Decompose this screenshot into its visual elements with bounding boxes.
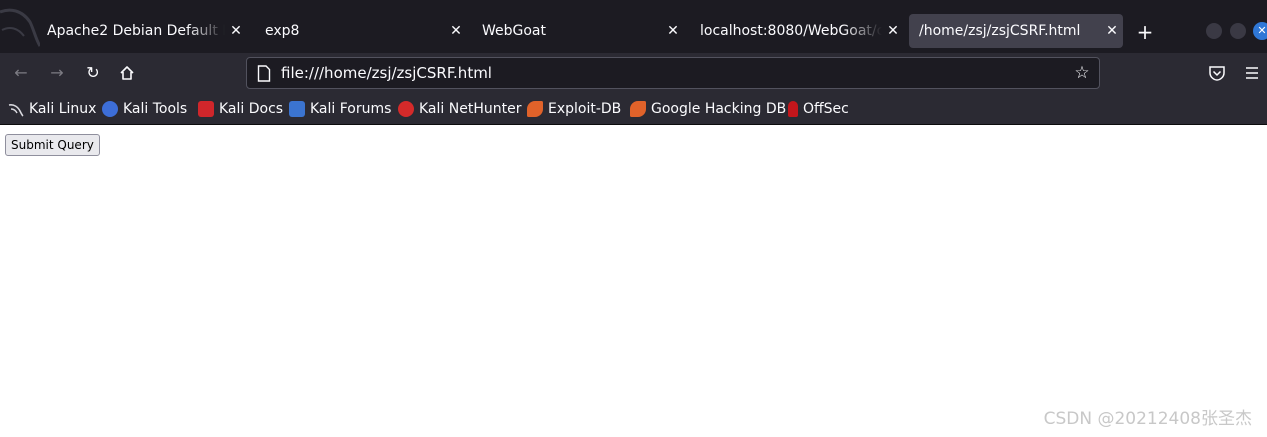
kali-docs-icon: [198, 101, 214, 117]
submit-query-button[interactable]: Submit Query: [5, 134, 100, 156]
forward-icon[interactable]: →: [47, 63, 67, 83]
bookmark-kali-nethunter[interactable]: Kali NetHunter: [398, 99, 521, 119]
exploit-db-icon: [527, 101, 543, 117]
bookmark-label: Kali Linux: [29, 101, 97, 117]
bookmark-label: Kali Docs: [219, 101, 284, 117]
close-icon[interactable]: ✕: [225, 23, 247, 39]
bookmarks-toolbar: Kali Linux Kali Tools Kali Docs Kali For…: [0, 93, 1267, 125]
bookmark-exploit-db[interactable]: Exploit-DB: [527, 99, 621, 119]
bookmark-label: Kali Tools: [123, 101, 188, 117]
bookmark-label: Kali NetHunter: [419, 101, 522, 117]
page-content: Submit Query: [0, 125, 1267, 437]
kali-tools-icon: [102, 101, 118, 117]
maximize-window-button[interactable]: [1230, 23, 1246, 39]
minimize-window-button[interactable]: [1206, 23, 1222, 39]
tab-title: /home/zsj/zsjCSRF.html: [919, 23, 1081, 39]
url-text[interactable]: file:///home/zsj/zsjCSRF.html: [281, 58, 492, 88]
bookmark-kali-linux[interactable]: Kali Linux: [8, 99, 96, 119]
tab-webgoat[interactable]: WebGoat ✕: [472, 14, 684, 48]
navigation-toolbar: ← → ↻ file:///home/zsj/zsjCSRF.html ☆: [0, 53, 1267, 93]
close-icon[interactable]: ✕: [882, 23, 904, 39]
offsec-icon: [788, 101, 798, 117]
tab-localhost-csrf[interactable]: localhost:8080/WebGoat/csrf ✕: [690, 14, 904, 48]
tab-title: WebGoat: [482, 23, 547, 39]
url-bar[interactable]: file:///home/zsj/zsjCSRF.html ☆: [246, 57, 1100, 89]
close-icon[interactable]: ✕: [1101, 23, 1123, 39]
tab-title: exp8: [265, 23, 300, 39]
pocket-icon[interactable]: [1208, 64, 1226, 82]
watermark: CSDN @20212408张圣杰: [1043, 409, 1252, 429]
bookmark-google-hacking-db[interactable]: Google Hacking DB: [630, 99, 786, 119]
kali-logo-icon: [0, 8, 40, 47]
bookmark-label: Kali Forums: [310, 101, 392, 117]
bookmark-label: OffSec: [803, 101, 849, 117]
bookmark-kali-tools[interactable]: Kali Tools: [102, 99, 187, 119]
kali-dragon-icon: [8, 104, 24, 117]
page-icon: [257, 65, 271, 82]
tab-zsjcsrf[interactable]: /home/zsj/zsjCSRF.html ✕: [909, 14, 1123, 48]
tab-title: Apache2 Debian Default Page: [47, 23, 225, 39]
kali-nethunter-icon: [398, 101, 414, 117]
bookmark-label: Google Hacking DB: [651, 101, 787, 117]
kali-forums-icon: [289, 101, 305, 117]
close-icon[interactable]: ✕: [445, 23, 467, 39]
bookmark-offsec[interactable]: OffSec: [788, 99, 849, 119]
close-window-button[interactable]: ✕: [1253, 22, 1267, 40]
tab-exp8[interactable]: exp8 ✕: [255, 14, 467, 48]
new-tab-button[interactable]: +: [1133, 21, 1157, 45]
home-icon[interactable]: [118, 64, 136, 82]
tab-apache[interactable]: Apache2 Debian Default Page ✕: [37, 14, 247, 48]
tab-title: localhost:8080/WebGoat/csrf: [700, 23, 882, 39]
bookmark-kali-docs[interactable]: Kali Docs: [198, 99, 283, 119]
browser-chrome: Apache2 Debian Default Page ✕ exp8 ✕ Web…: [0, 0, 1267, 125]
bookmark-label: Exploit-DB: [548, 101, 622, 117]
close-icon[interactable]: ✕: [662, 23, 684, 39]
reload-icon[interactable]: ↻: [83, 63, 103, 83]
back-icon[interactable]: ←: [11, 63, 31, 83]
bookmark-kali-forums[interactable]: Kali Forums: [289, 99, 391, 119]
menu-icon[interactable]: [1244, 65, 1260, 81]
tab-strip: Apache2 Debian Default Page ✕ exp8 ✕ Web…: [0, 8, 1267, 53]
bookmark-star-icon[interactable]: ☆: [1073, 64, 1091, 82]
ghdb-icon: [630, 101, 646, 117]
